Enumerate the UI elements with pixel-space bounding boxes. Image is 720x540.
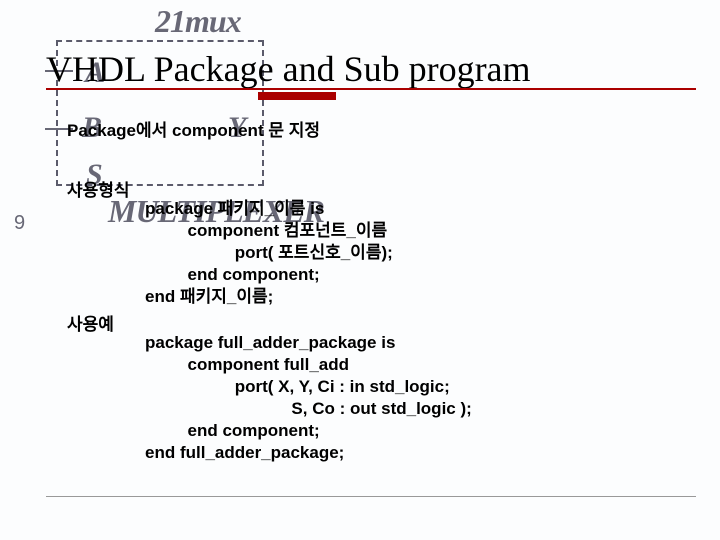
code-example: package full_adder_package is component …: [145, 332, 472, 465]
title-accent-bar: [258, 92, 336, 100]
title-underline: [46, 88, 696, 90]
section-example-label: 사용예: [67, 310, 114, 335]
slide-content: VHDL Package and Sub program Package에서 c…: [0, 0, 720, 540]
section-format-label: 사용형식: [67, 176, 130, 201]
subtitle: Package에서 component 문 지정: [67, 116, 320, 141]
code-format: package 패키지_이름 is component 컴포넌트_이름 port…: [145, 198, 393, 308]
bottom-divider: [46, 496, 696, 497]
page-title: VHDL Package and Sub program: [46, 48, 531, 90]
